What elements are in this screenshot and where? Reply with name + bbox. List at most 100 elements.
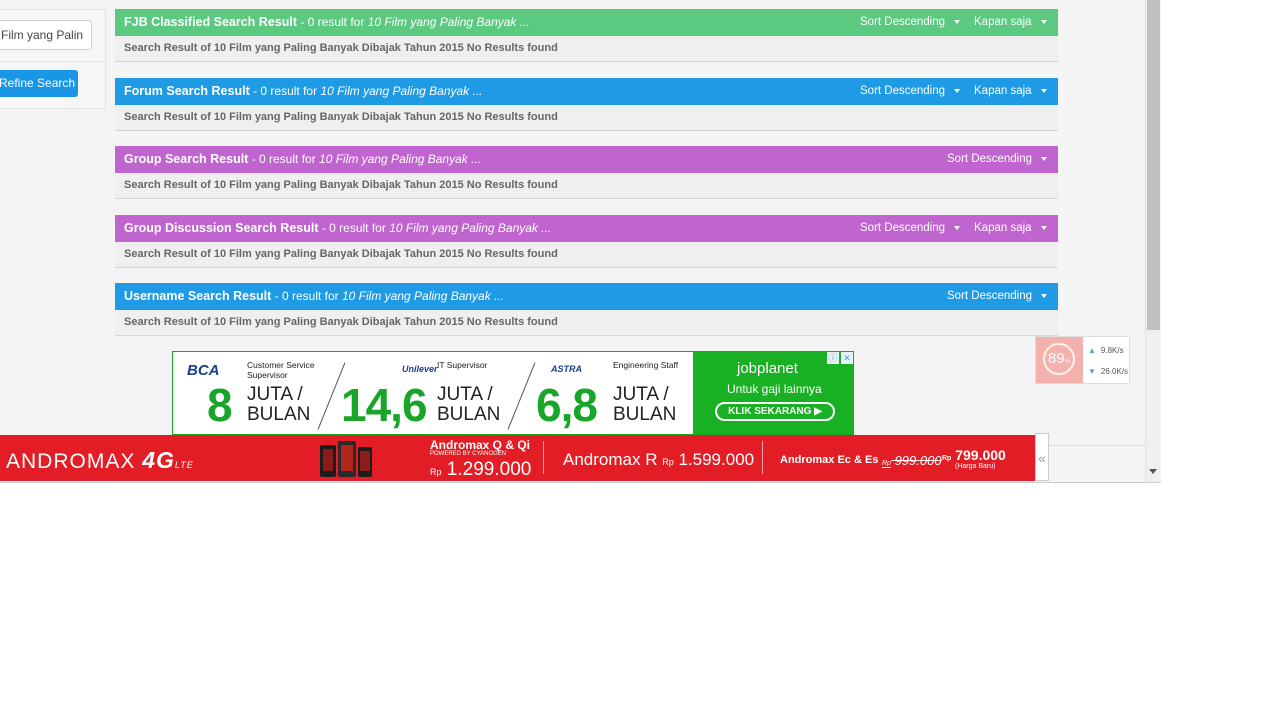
time-label: Kapan saja [974, 16, 1032, 28]
scroll-down-arrow-icon[interactable] [1149, 469, 1157, 474]
sort-label: Sort Descending [860, 85, 946, 97]
sort-label: Sort Descending [860, 222, 946, 234]
time-dropdown[interactable]: Kapan saja [974, 222, 1047, 234]
job-ad-banner[interactable]: BCA Customer Service Supervisor 8 JUTA /… [172, 351, 854, 435]
browser-viewport: Film yang Palin Refine Search FJB Classi… [0, 0, 1161, 483]
section-title-text: Forum Search Result [124, 84, 250, 98]
caret-down-icon [1040, 88, 1047, 93]
ad-close-icon[interactable]: ✕ [841, 352, 853, 364]
vertical-scrollbar[interactable] [1145, 0, 1161, 482]
job-role: IT Supervisor [437, 360, 488, 370]
jobplanet-panel[interactable]: jobplanet Untuk gaji lainnya KLIK SEKARA… [693, 352, 853, 434]
company-logo: BCA [187, 362, 220, 379]
product1-price: Rp 1.299.000 [430, 459, 532, 480]
upload-speed: ▲ 9.8K/s [1088, 346, 1124, 355]
separator [543, 441, 544, 474]
scrollbar-thumb[interactable] [1147, 0, 1160, 330]
time-dropdown[interactable]: Kapan saja [974, 85, 1047, 97]
product3-note: (Harga Baru) [955, 463, 996, 470]
sort-dropdown[interactable]: Sort Descending [947, 290, 1048, 302]
collapse-ad-icon[interactable]: « [1035, 433, 1049, 481]
section-header: Username Search Result - 0 result for 10… [115, 283, 1058, 310]
section-body: Search Result of 10 Film yang Paling Ban… [115, 310, 1058, 336]
product3-new-price: Rp 799.000 [942, 447, 1006, 463]
section-title: Forum Search Result - 0 result for 10 Fi… [124, 84, 483, 98]
company-logo: Unilever [402, 364, 438, 374]
separator [762, 441, 763, 474]
salary-value: 6,8 [536, 379, 598, 431]
group-section: Group Search Result - 0 result for 10 Fi… [115, 146, 1058, 199]
andromax-ad-bar[interactable]: ANDROMAX 4GLTE Andromax Q & Qi POWERED B… [0, 435, 1035, 481]
job-role: Engineering Staff [613, 360, 679, 370]
product1-subtitle: POWERED BY CYANOGEN [430, 451, 507, 457]
query-text: 10 Film yang Paling Banyak ... [320, 84, 483, 98]
query-text: 10 Film yang Paling Banyak ... [341, 289, 505, 303]
company-logo: ASTRA [551, 364, 582, 374]
sort-label: Sort Descending [860, 16, 946, 28]
klik-sekarang-button[interactable]: KLIK SEKARANG ▶ [715, 402, 835, 421]
group-discussion-section: Group Discussion Search Result - 0 resul… [115, 215, 1058, 268]
caret-down-icon [954, 88, 961, 93]
sort-dropdown[interactable]: Sort Descending [860, 85, 961, 97]
refine-search-button[interactable]: Refine Search [0, 70, 78, 97]
job-card-unilever: Unilever IT Supervisor 14,6 JUTA / BULAN [339, 352, 529, 434]
forum-section: Forum Search Result - 0 result for 10 Fi… [115, 78, 1058, 131]
section-body: Search Result of 10 Film yang Paling Ban… [115, 173, 1058, 199]
query-text: 10 Film yang Paling Banyak ... [389, 221, 552, 235]
section-title-text: Group Search Result [124, 152, 249, 166]
result-count: - 0 result for [296, 15, 368, 29]
usage-gauge: 89% [1036, 337, 1083, 383]
sort-dropdown[interactable]: Sort Descending [947, 153, 1048, 165]
jobplanet-logo: jobplanet [737, 360, 798, 377]
caret-down-icon [1041, 156, 1048, 161]
query-text: 10 Film yang Paling Banyak ... [319, 152, 482, 166]
caret-down-icon [1040, 19, 1047, 24]
section-title-text: Group Discussion Search Result [124, 221, 319, 235]
refine-sidebar: Film yang Palin Refine Search [0, 9, 106, 109]
horizontal-strip [1049, 445, 1145, 481]
network-speed-widget[interactable]: 89% ▲ 9.8K/s ▼ 26.0K/s [1035, 336, 1130, 384]
section-header: Group Discussion Search Result - 0 resul… [115, 215, 1058, 242]
query-text: 10 Film yang Paling Banyak ... [367, 15, 530, 29]
result-count: - 0 result for [271, 289, 342, 303]
result-count: - 0 result for [248, 152, 320, 166]
usage-percent: 89% [1043, 343, 1075, 375]
caret-down-icon [1040, 225, 1047, 230]
product2: Andromax R Rp 1.599.000 [563, 450, 755, 469]
fjb-section: FJB Classified Search Result - 0 result … [115, 9, 1058, 62]
job-card-bca: BCA Customer Service Supervisor 8 JUTA /… [173, 352, 343, 434]
section-body: Search Result of 10 Film yang Paling Ban… [115, 105, 1058, 131]
section-title: Group Search Result - 0 result for 10 Fi… [124, 152, 481, 166]
sort-label: Sort Descending [947, 290, 1033, 302]
section-body: Search Result of 10 Film yang Paling Ban… [115, 36, 1058, 62]
jobplanet-tagline: Untuk gaji lainnya [727, 382, 822, 396]
time-label: Kapan saja [974, 85, 1032, 97]
salary-unit: JUTA / BULAN [437, 384, 501, 425]
salary-unit: JUTA / BULAN [613, 384, 677, 425]
section-title: FJB Classified Search Result - 0 result … [124, 15, 530, 29]
result-count: - 0 result for [249, 84, 321, 98]
upload-arrow-icon: ▲ [1088, 346, 1096, 355]
sidebar-divider [0, 61, 104, 62]
caret-down-icon [1041, 293, 1048, 298]
section-body: Search Result of 10 Film yang Paling Ban… [115, 242, 1058, 268]
product3-old-price: Rp 999.000 [882, 453, 942, 468]
ad-info-icon[interactable]: ⓘ [827, 352, 839, 364]
caret-down-icon [954, 225, 961, 230]
time-label: Kapan saja [974, 222, 1032, 234]
section-title: Group Discussion Search Result - 0 resul… [124, 221, 551, 235]
download-arrow-icon: ▼ [1088, 367, 1096, 376]
search-input[interactable]: Film yang Palin [0, 20, 92, 50]
salary-value: 14,6 [341, 379, 428, 431]
time-dropdown[interactable]: Kapan saja [974, 16, 1047, 28]
sort-dropdown[interactable]: Sort Descending [860, 222, 961, 234]
username-section: Username Search Result - 0 result for 10… [115, 283, 1058, 336]
job-role: Customer Service Supervisor [247, 360, 315, 380]
product1-title: Andromax Q & Qi [430, 438, 531, 452]
sort-dropdown[interactable]: Sort Descending [860, 16, 961, 28]
andromax-brand: ANDROMAX 4GLTE [6, 447, 194, 473]
salary-unit: JUTA / BULAN [247, 384, 311, 425]
section-header: Group Search Result - 0 result for 10 Fi… [115, 146, 1058, 173]
salary-value: 8 [207, 379, 233, 431]
section-title: Username Search Result - 0 result for 10… [124, 289, 504, 303]
